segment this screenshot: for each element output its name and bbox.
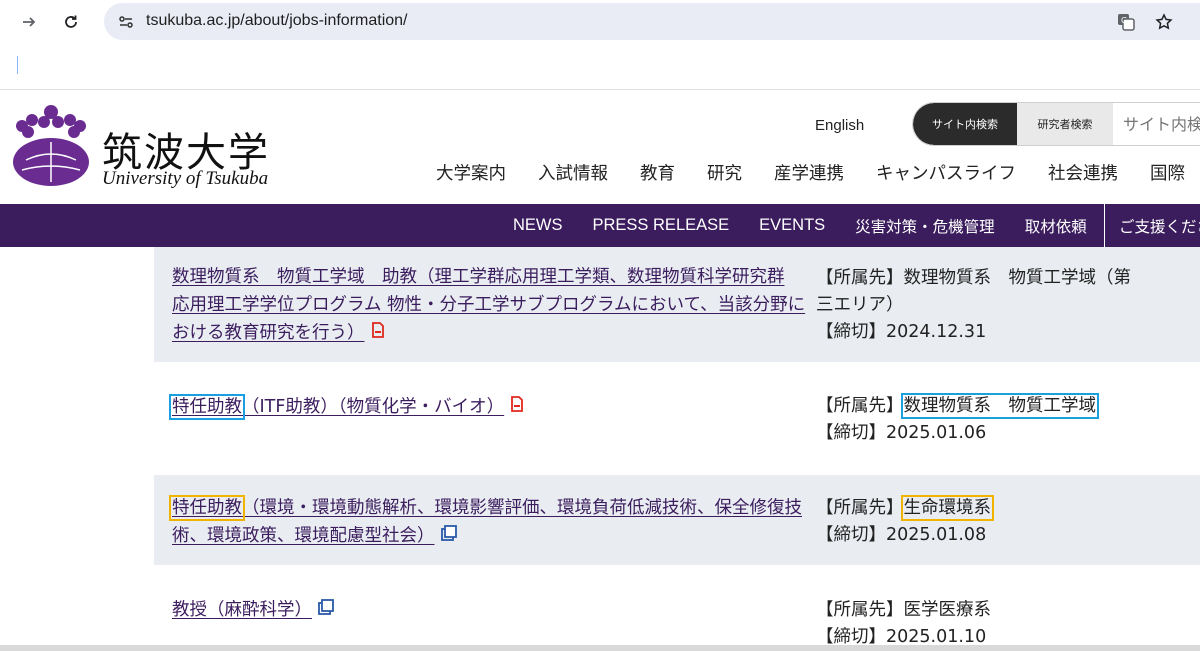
job-title-link[interactable]: 教授（麻酔科学）	[172, 596, 822, 624]
affiliation-text: 【所属先】数理物質系 物質工学域	[816, 393, 1099, 419]
job-meta: 【所属先】医学医療系 【締切】2025.01.10	[816, 597, 1200, 651]
svg-text:G: G	[1121, 16, 1127, 25]
nav-about[interactable]: 大学案内	[436, 160, 506, 186]
search-box: サイト内検索 研究者検索	[912, 102, 1200, 146]
page-bottom-edge	[0, 645, 1200, 651]
job-row: 教授（麻酔科学） 【所属先】医学医療系 【締切】2025.01.10	[154, 565, 1200, 651]
job-title-link[interactable]: 特任助教（環境・環境動態解析、環境影響評価、環境負荷低減技術、保全修復技 術、環…	[169, 494, 822, 550]
highlighted-affiliation: 数理物質系 物質工学域	[900, 393, 1099, 419]
url-text[interactable]: tsukuba.ac.jp/about/jobs-information/	[146, 12, 407, 30]
support-button[interactable]: ご支援くださ	[1104, 204, 1200, 247]
browser-toolbar: tsukuba.ac.jp/about/jobs-information/ G	[0, 0, 1200, 44]
nav-admissions[interactable]: 入試情報	[538, 160, 608, 186]
nav-education[interactable]: 教育	[640, 160, 675, 186]
nav-research[interactable]: 研究	[707, 160, 742, 186]
subnav-press-release[interactable]: PRESS RELEASE	[593, 216, 730, 235]
site-info-icon[interactable]	[114, 10, 138, 34]
job-list: 数理物質系 物質工学域 助教（理工学群応用理工学類、数理物質科学研究群 応用理工…	[0, 247, 1200, 651]
job-row: 特任助教（ITF助教）（物質化学・バイオ） 【所属先】数理物質系 物質工学域 【…	[154, 362, 1200, 475]
pdf-icon	[371, 319, 385, 347]
search-input[interactable]	[1113, 103, 1200, 145]
deadline-text: 【締切】2025.01.06	[816, 423, 987, 443]
affiliation-text: 【所属先】数理物質系 物質工学域（第 三エリア）	[816, 268, 1131, 315]
job-meta: 【所属先】数理物質系 物質工学域 【締切】2025.01.06	[816, 393, 1200, 447]
sub-nav-bar: NEWS PRESS RELEASE EVENTS 災害対策・危機管理 取材依頼…	[0, 204, 1200, 247]
nav-international[interactable]: 国際	[1150, 160, 1185, 186]
external-link-icon	[440, 522, 457, 550]
bookmark-star-icon[interactable]	[1152, 10, 1176, 34]
bookmarks-bar	[0, 44, 1200, 90]
job-row: 数理物質系 物質工学域 助教（理工学群応用理工学類、数理物質科学研究群 応用理工…	[154, 247, 1200, 362]
main-nav: 大学案内 入試情報 教育 研究 産学連携 キャンパスライフ 社会連携 国際	[420, 160, 1200, 186]
forward-icon[interactable]	[14, 7, 44, 37]
site-header: 筑波大学 University of Tsukuba English サイト内検…	[0, 90, 1200, 204]
highlighted-title-term: 特任助教	[169, 394, 245, 420]
highlighted-title-term: 特任助教	[169, 495, 245, 521]
affiliation-text: 【所属先】生命環境系	[816, 495, 994, 521]
subnav-disaster[interactable]: 災害対策・危機管理	[855, 215, 995, 237]
nav-industry[interactable]: 産学連携	[774, 160, 844, 186]
translate-icon[interactable]: G	[1114, 10, 1138, 34]
deadline-text: 【締切】2025.01.08	[816, 525, 987, 545]
reload-icon[interactable]	[56, 7, 86, 37]
address-bar[interactable]: tsukuba.ac.jp/about/jobs-information/ G	[104, 3, 1200, 40]
job-row: 特任助教（環境・環境動態解析、環境影響評価、環境負荷低減技術、保全修復技 術、環…	[154, 475, 1200, 565]
nav-community[interactable]: 社会連携	[1048, 160, 1118, 186]
subnav-events[interactable]: EVENTS	[759, 216, 825, 235]
external-link-icon	[318, 596, 334, 624]
job-title-link[interactable]: 特任助教（ITF助教）（物質化学・バイオ）	[169, 393, 822, 421]
pdf-icon	[510, 393, 524, 421]
affiliation-text: 【所属先】医学医療系	[816, 600, 991, 620]
subnav-press-inquiry[interactable]: 取材依頼	[1025, 215, 1087, 237]
job-meta: 【所属先】生命環境系 【締切】2025.01.08	[816, 495, 1200, 549]
subnav-news[interactable]: NEWS	[513, 216, 563, 235]
tab-site-search[interactable]: サイト内検索	[913, 103, 1017, 145]
text-cursor	[17, 56, 18, 74]
english-link[interactable]: English	[815, 117, 864, 134]
tab-researcher-search[interactable]: 研究者検索	[1017, 103, 1113, 145]
deadline-text: 【締切】2024.12.31	[816, 322, 987, 342]
university-crest-icon[interactable]	[6, 100, 96, 188]
highlighted-affiliation: 生命環境系	[900, 495, 994, 521]
nav-campus-life[interactable]: キャンパスライフ	[876, 160, 1016, 186]
logo-english-name[interactable]: University of Tsukuba	[102, 168, 268, 190]
job-meta: 【所属先】数理物質系 物質工学域（第 三エリア） 【締切】2024.12.31	[816, 265, 1200, 346]
job-title-link[interactable]: 数理物質系 物質工学域 助教（理工学群応用理工学類、数理物質科学研究群 応用理工…	[172, 263, 822, 347]
